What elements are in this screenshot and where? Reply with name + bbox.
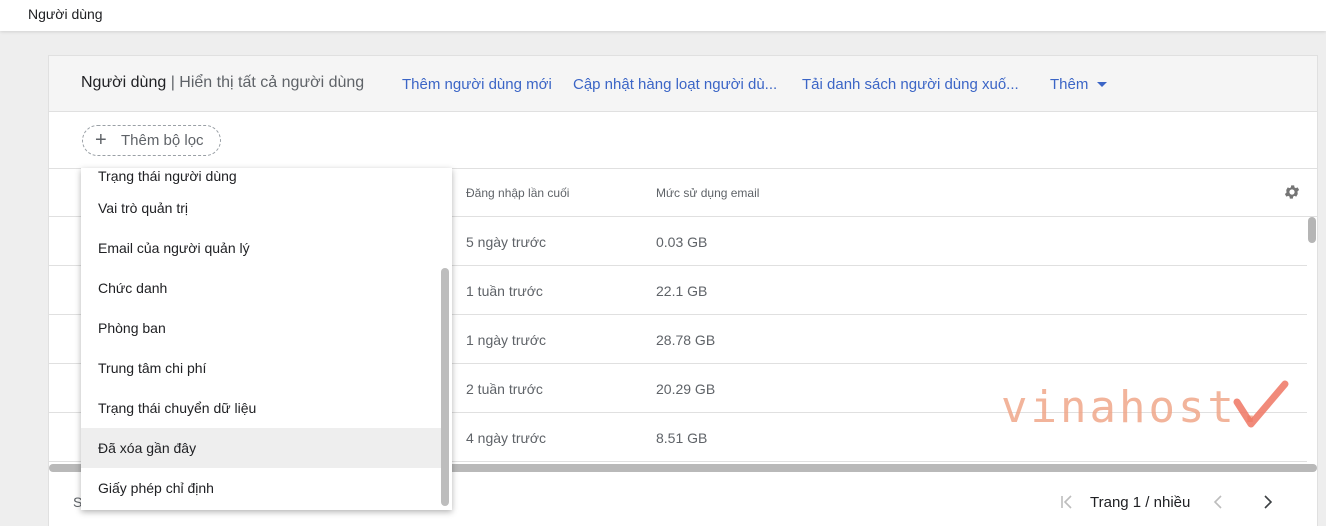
watermark-text: vinahost.: [1001, 382, 1267, 433]
dropdown-item-label: Vai trò quản trị: [98, 200, 189, 216]
title-subtitle: Hiển thị tất cả người dùng: [179, 74, 365, 91]
dropdown-item-label: Email của người quản lý: [98, 240, 250, 256]
cell-email-usage: 8.51 GB: [656, 430, 708, 446]
cell-last-login: 1 tuần trước: [466, 283, 543, 299]
vertical-scrollbar-track[interactable]: [1307, 217, 1317, 465]
download-users-link[interactable]: Tải danh sách người dùng xuố...: [802, 76, 1019, 93]
plus-icon: +: [95, 129, 107, 151]
cell-email-usage: 20.29 GB: [656, 381, 716, 397]
chevron-left-icon[interactable]: [1211, 494, 1227, 510]
dropdown-item[interactable]: Giấy phép chỉ định: [81, 468, 441, 508]
cell-last-login: 2 tuần trước: [466, 381, 543, 397]
chevron-right-icon[interactable]: [1260, 494, 1276, 510]
card-header: Người dùng | Hiển thị tất cả người dùng …: [49, 56, 1317, 112]
dropdown-item[interactable]: Vai trò quản trị: [81, 188, 441, 228]
dropdown-item[interactable]: Chức danh: [81, 268, 441, 308]
cell-last-login: 1 ngày trước: [466, 332, 547, 348]
dropdown-item[interactable]: Phòng ban: [81, 308, 441, 348]
dropdown-item-label: Phòng ban: [98, 320, 166, 336]
more-label: Thêm: [1050, 76, 1089, 93]
column-header-email-usage[interactable]: Mức sử dụng email: [656, 186, 759, 200]
top-bar: Người dùng: [0, 0, 1326, 31]
dropdown-scrollbar-thumb[interactable]: [441, 268, 449, 506]
page-indicator: Trang 1 / nhiều: [1090, 494, 1191, 511]
dropdown-item-label: Trung tâm chi phí: [98, 360, 207, 376]
page-title: Người dùng | Hiển thị tất cả người dùng: [81, 74, 364, 92]
filter-dropdown-menu: Trạng thái người dùng Vai trò quản trị E…: [81, 168, 452, 510]
dropdown-item-label: Đã xóa gần đây: [98, 440, 197, 456]
cell-last-login: 4 ngày trước: [466, 430, 547, 446]
add-filter-label: Thêm bộ lọc: [121, 132, 204, 149]
dropdown-item-label: Trạng thái người dùng: [98, 168, 237, 184]
add-filter-button[interactable]: + Thêm bộ lọc: [82, 125, 221, 156]
watermark-logo: vinahost.: [1001, 380, 1291, 442]
bulk-update-link[interactable]: Cập nhật hàng loạt người dù...: [573, 76, 777, 93]
caret-down-icon: [1097, 82, 1108, 87]
add-user-link[interactable]: Thêm người dùng mới: [402, 76, 552, 93]
title-separator: |: [166, 74, 180, 91]
vertical-scrollbar-thumb[interactable]: [1308, 217, 1316, 243]
dropdown-item[interactable]: Trạng thái chuyển dữ liệu: [81, 388, 441, 428]
breadcrumb[interactable]: Người dùng: [28, 6, 103, 22]
cell-email-usage: 28.78 GB: [656, 332, 716, 348]
checkmark-logo-icon: [1233, 380, 1289, 428]
dropdown-item-label: Chức danh: [98, 280, 168, 296]
cell-email-usage: 0.03 GB: [656, 234, 708, 250]
gear-icon[interactable]: [1283, 183, 1301, 201]
dropdown-item-hovered[interactable]: Đã xóa gần đây: [81, 428, 441, 468]
cell-last-login: 5 ngày trước: [466, 234, 547, 250]
dropdown-item-label: Trạng thái chuyển dữ liệu: [98, 400, 257, 416]
cell-email-usage: 22.1 GB: [656, 283, 708, 299]
column-header-last-login[interactable]: Đăng nhập lần cuối: [466, 186, 569, 200]
dropdown-item-label: Giấy phép chỉ định: [98, 480, 214, 496]
dropdown-item[interactable]: Trung tâm chi phí: [81, 348, 441, 388]
more-menu-button[interactable]: Thêm: [1050, 76, 1108, 93]
title-main: Người dùng: [81, 74, 167, 91]
first-page-icon[interactable]: [1059, 494, 1075, 510]
dropdown-item[interactable]: Email của người quản lý: [81, 228, 441, 268]
